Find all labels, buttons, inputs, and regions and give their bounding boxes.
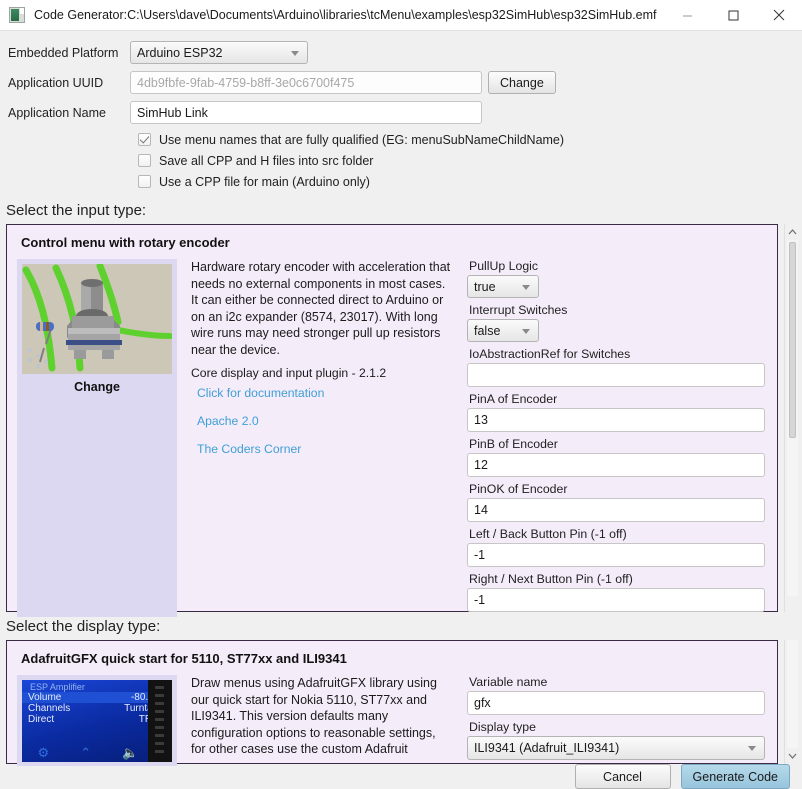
pinok-label: PinOK of Encoder [469,482,568,496]
platform-select[interactable]: Arduino ESP32 [130,41,308,64]
maximize-button[interactable] [710,0,756,31]
input-plugin-description-block: Hardware rotary encoder with acceleratio… [191,259,453,617]
uuid-field[interactable]: 4db9fbfe-9fab-4759-b8ff-3e0c6700f475 [130,71,482,94]
dialog-footer: Cancel Generate Code [0,764,802,789]
checkbox-row-cpp-main[interactable]: Use a CPP file for main (Arduino only) [138,171,792,192]
mute-icon: 🔈 [122,745,139,760]
input-plugin-version: Core display and input plugin - 2.1.2 [191,366,387,380]
lcd-preview: ESP Amplifier Volume -80.0dB Channels Tu… [22,680,172,762]
chevron-down-icon [291,50,299,56]
up-arrow-icon: ⌃ [80,745,92,760]
display-scrollbar-track[interactable] [787,640,798,748]
gear-icon: ⚙ [37,745,50,760]
input-panel-title: Control menu with rotary encoder [21,235,230,250]
platform-label: Embedded Platform [8,45,119,60]
chevron-down-icon [748,746,756,751]
interrupt-switches-label: Interrupt Switches [469,303,568,317]
checkbox-row-fully-qualified[interactable]: Use menu names that are fully qualified … [138,129,792,150]
display-type-select[interactable]: ILI9341 (Adafruit_ILI9341) [467,736,765,760]
pina-label: PinA of Encoder [469,392,558,406]
right-next-pin-label: Right / Next Button Pin (-1 off) [469,572,633,586]
window-title: Code Generator:C:\Users\dave\Documents\A… [34,8,657,22]
generate-code-button[interactable]: Generate Code [680,764,790,789]
platform-value: Arduino ESP32 [137,45,223,60]
pinb-label: PinB of Encoder [469,437,558,451]
interrupt-switches-select[interactable]: false [467,319,539,342]
code-generator-window: Code Generator:C:\Users\dave\Documents\A… [0,0,802,789]
right-next-pin-field[interactable]: -1 [467,588,765,612]
display-plugin-description-block: Draw menus using AdafruitGFX library usi… [191,675,453,766]
minimize-button[interactable] [664,0,710,31]
appname-field[interactable]: SimHub Link [130,101,482,124]
checkbox-label-cpp-main: Use a CPP file for main (Arduino only) [159,174,370,189]
checkbox-fully-qualified[interactable] [138,133,151,146]
lcd-board-strip [148,680,172,762]
display-plugin-thumbnail-card[interactable]: ESP Amplifier Volume -80.0dB Channels Tu… [17,675,177,766]
title-bar: Code Generator:C:\Users\dave\Documents\A… [0,0,802,31]
display-panel-title: AdafruitGFX quick start for 5110, ST77xx… [21,651,347,666]
display-plugin-description: Draw menus using AdafruitGFX library usi… [191,676,437,756]
checkbox-label-src-folder: Save all CPP and H files into src folder [159,153,374,168]
variable-name-label: Variable name [469,675,548,689]
lcd-icon-row: ⚙ ⌃ 🔈 [22,745,154,761]
pinb-field[interactable]: 12 [467,453,765,477]
checkbox-row-src-folder[interactable]: Save all CPP and H files into src folder [138,150,792,171]
lcd-row-label: Channels [28,703,71,714]
appname-row: Application Name SimHub Link [8,99,792,126]
checkbox-src-folder[interactable] [138,154,151,167]
scroll-up-icon[interactable] [785,224,800,240]
io-abstraction-field[interactable] [467,363,765,387]
io-abstraction-label: IoAbstractionRef for Switches [469,347,631,361]
rotary-encoder-photo [22,264,172,374]
input-documentation-link[interactable]: Click for documentation [197,386,453,400]
input-properties: PullUp Logic true Interrupt Switches fal… [467,259,767,617]
uuid-row: Application UUID 4db9fbfe-9fab-4759-b8ff… [8,69,792,96]
input-license-link[interactable]: Apache 2.0 [197,414,453,428]
pullup-logic-value: true [474,279,496,294]
display-type-label: Display type [469,720,536,734]
platform-row: Embedded Platform Arduino ESP32 [8,39,792,66]
display-scroll-area: AdafruitGFX quick start for 5110, ST77xx… [0,640,802,766]
chevron-down-icon [522,284,530,290]
lcd-row-label: Volume [28,692,62,703]
input-vendor-link[interactable]: The Coders Corner [197,442,453,456]
input-plugin-thumbnail-card[interactable]: Change [17,259,177,617]
display-scrollbar[interactable] [784,640,800,764]
pina-field[interactable]: 13 [467,408,765,432]
close-button[interactable] [756,0,802,31]
input-change-button[interactable]: Change [22,374,172,398]
appname-label: Application Name [8,105,106,120]
input-plugin-panel: Control menu with rotary encoder Change … [6,224,778,617]
window-controls [664,0,802,31]
checkbox-label-fully-qualified: Use menu names that are fully qualified … [159,132,565,147]
lcd-row-label: Direct [28,714,55,725]
input-scrollbar[interactable] [784,224,800,612]
left-back-pin-field[interactable]: -1 [467,543,765,567]
display-plugin-panel: AdafruitGFX quick start for 5110, ST77xx… [6,640,778,766]
input-section-heading: Select the input type: [6,202,147,219]
settings-form: Embedded Platform Arduino ESP32 Applicat… [0,31,802,196]
scroll-down-icon[interactable] [785,748,800,764]
interrupt-switches-value: false [474,323,501,338]
pullup-logic-label: PullUp Logic [469,259,539,273]
chevron-down-icon [522,328,530,334]
pinok-field[interactable]: 14 [467,498,765,522]
display-type-value: ILI9341 (Adafruit_ILI9341) [474,741,620,755]
uuid-change-button[interactable]: Change [488,71,556,94]
app-icon [9,7,25,23]
input-scroll-area: Control menu with rotary encoder Change … [0,224,802,617]
cancel-button[interactable]: Cancel [574,764,671,789]
input-plugin-description: Hardware rotary encoder with acceleratio… [191,260,451,357]
checkbox-cpp-main[interactable] [138,175,151,188]
variable-name-field[interactable]: gfx [467,691,765,715]
pullup-logic-select[interactable]: true [467,275,539,298]
display-properties: Variable name gfx Display type ILI9341 (… [467,675,767,766]
left-back-pin-label: Left / Back Button Pin (-1 off) [469,527,627,541]
input-scrollbar-track[interactable] [787,240,798,596]
input-scrollbar-thumb[interactable] [789,242,796,438]
display-preview-photo: ESP Amplifier Volume -80.0dB Channels Tu… [22,680,172,762]
uuid-label: Application UUID [8,75,104,90]
